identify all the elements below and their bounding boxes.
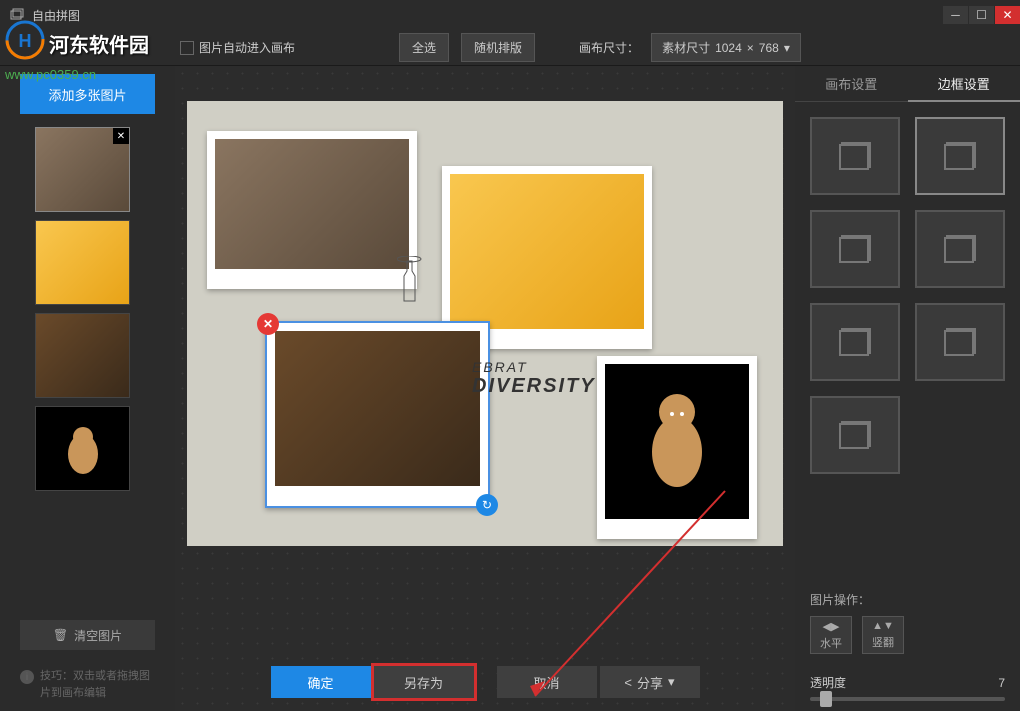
decoration-text: EBRAT DIVERSITY xyxy=(472,359,596,398)
frame-option[interactable] xyxy=(810,396,900,474)
thumbnail-list: ✕ xyxy=(0,122,175,612)
sidebar: 添加多张图片 ✕ 🗑 清空图片 i 技巧：双击或者拖拽图片到画布编辑 xyxy=(0,66,175,711)
app-icon xyxy=(10,8,24,22)
close-button[interactable]: ✕ xyxy=(995,6,1020,24)
maximize-button[interactable]: ☐ xyxy=(969,6,994,24)
share-button[interactable]: < 分享 ▾ xyxy=(600,666,700,698)
thumbnail-item[interactable]: ✕ xyxy=(35,127,130,212)
flip-vertical-button[interactable]: ▲▼ 竖翻 xyxy=(862,616,904,654)
opacity-label: 透明度 xyxy=(810,674,846,691)
titlebar: 自由拼图 ─ ☐ ✕ xyxy=(0,0,1020,30)
canvas-size-label: 画布尺寸： xyxy=(579,39,639,56)
decoration-bottle-icon xyxy=(397,256,422,306)
thumbnail-item[interactable] xyxy=(35,406,130,491)
canvas-photo-selected[interactable]: ✕ ↻ xyxy=(265,321,490,508)
tip-text: i 技巧：双击或者拖拽图片到画布编辑 xyxy=(0,658,175,711)
confirm-button[interactable]: 确定 xyxy=(271,666,371,698)
right-panel: 画布设置 边框设置 图片操作： ◀▶ 水平 ▲▼ 竖翻 xyxy=(795,66,1020,711)
minimize-button[interactable]: ─ xyxy=(943,6,968,24)
frame-option[interactable] xyxy=(915,303,1005,381)
flip-h-icon: ◀▶ xyxy=(823,620,840,633)
canvas-area: ✕ ↻ EBRAT DIVERSITY 确定 另存为 取消 < 分享 ▾ xyxy=(175,66,795,711)
chevron-down-icon: ▾ xyxy=(668,674,675,690)
clear-images-button[interactable]: 🗑 清空图片 xyxy=(20,620,155,650)
canvas[interactable]: ✕ ↻ EBRAT DIVERSITY xyxy=(187,101,783,546)
toolbar: 图片自动进入画布 全选 随机排版 画布尺寸： 素材尺寸 1024 × 768 ▾ xyxy=(0,30,1020,66)
photo-rotate-button[interactable]: ↻ xyxy=(476,494,498,516)
add-images-button[interactable]: 添加多张图片 xyxy=(20,74,155,114)
checkbox-icon xyxy=(180,41,194,55)
photo-delete-button[interactable]: ✕ xyxy=(257,313,279,335)
select-all-button[interactable]: 全选 xyxy=(399,33,449,62)
bottom-action-bar: 确定 另存为 取消 < 分享 ▾ xyxy=(175,653,795,711)
info-icon: i xyxy=(20,670,34,684)
slider-thumb[interactable] xyxy=(820,691,832,707)
auto-enter-label: 图片自动进入画布 xyxy=(199,39,295,56)
canvas-photo[interactable] xyxy=(207,131,417,289)
tab-border-settings[interactable]: 边框设置 xyxy=(908,66,1020,102)
frame-style-grid xyxy=(795,102,1020,489)
tab-canvas-settings[interactable]: 画布设置 xyxy=(795,66,908,102)
thumbnail-item[interactable] xyxy=(35,220,130,305)
image-ops-section: 图片操作： ◀▶ 水平 ▲▼ 竖翻 xyxy=(795,581,1020,664)
cancel-button[interactable]: 取消 xyxy=(497,666,597,698)
share-icon: < xyxy=(624,675,632,690)
save-as-button[interactable]: 另存为 xyxy=(371,663,477,701)
frame-option[interactable] xyxy=(915,117,1005,195)
flip-v-icon: ▲▼ xyxy=(872,620,894,632)
frame-option[interactable] xyxy=(810,117,900,195)
canvas-size-dropdown[interactable]: 素材尺寸 1024 × 768 ▾ xyxy=(651,33,801,62)
opacity-slider[interactable] xyxy=(810,697,1005,701)
thumbnail-delete-button[interactable]: ✕ xyxy=(113,128,129,144)
opacity-section: 透明度 7 xyxy=(795,664,1020,711)
canvas-photo[interactable] xyxy=(597,356,757,539)
settings-tabs: 画布设置 边框设置 xyxy=(795,66,1020,102)
chevron-down-icon: ▾ xyxy=(784,41,790,55)
opacity-value: 7 xyxy=(998,676,1005,690)
thumbnail-item[interactable] xyxy=(35,313,130,398)
auto-enter-checkbox[interactable]: 图片自动进入画布 xyxy=(180,39,295,56)
frame-option[interactable] xyxy=(810,210,900,288)
window-title: 自由拼图 xyxy=(32,7,80,24)
frame-option[interactable] xyxy=(915,210,1005,288)
trash-icon: 🗑 xyxy=(53,628,68,642)
flip-horizontal-button[interactable]: ◀▶ 水平 xyxy=(810,616,852,654)
frame-option[interactable] xyxy=(810,303,900,381)
random-layout-button[interactable]: 随机排版 xyxy=(461,33,535,62)
image-ops-label: 图片操作： xyxy=(810,591,1005,608)
